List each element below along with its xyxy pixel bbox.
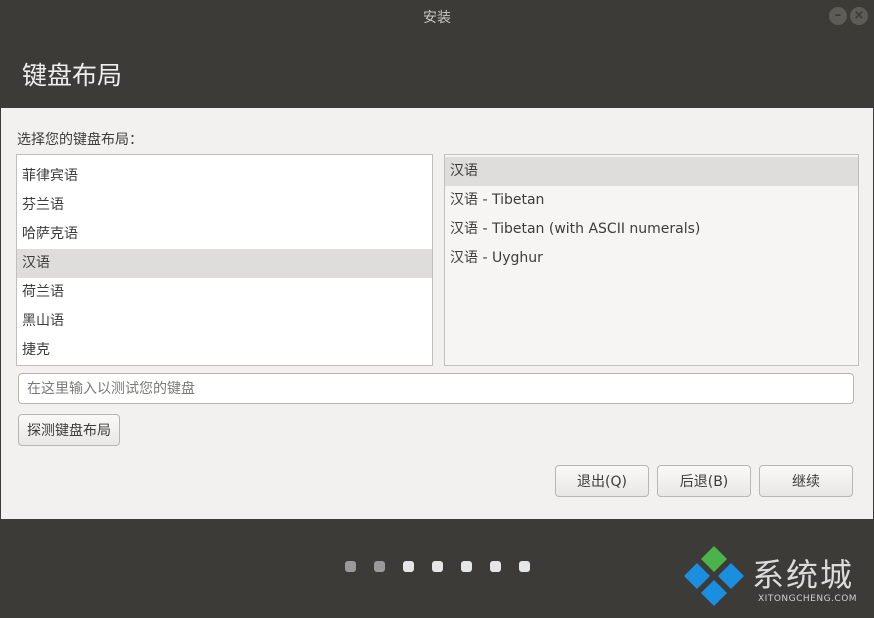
progress-dot <box>403 561 414 572</box>
page-header: 键盘布局 <box>0 32 874 108</box>
progress-dot <box>490 561 501 572</box>
progress-dot <box>519 561 530 572</box>
list-item[interactable]: 捷克 <box>17 336 432 365</box>
list-item-selected[interactable]: 汉语 <box>17 249 432 278</box>
list-item[interactable]: 黑山语 <box>17 307 432 336</box>
watermark-logo-icon <box>684 546 744 606</box>
window-titlebar: 安装 – × <box>0 0 874 32</box>
watermark-url: XITONGCHENG.COM <box>758 594 858 604</box>
list-item[interactable]: 汉语 - Tibetan <box>445 186 858 215</box>
continue-button[interactable]: 继续 <box>759 465 853 497</box>
progress-dot <box>461 561 472 572</box>
keyboard-test-input[interactable] <box>18 373 854 404</box>
progress-dot <box>345 561 356 572</box>
window-title: 安装 <box>423 10 451 26</box>
list-item[interactable]: 芬兰语 <box>17 191 432 220</box>
watermark: 系统城 XITONGCHENG.COM <box>682 544 872 610</box>
list-item[interactable]: 菲律宾语 <box>17 162 432 191</box>
minimize-button[interactable]: – <box>829 7 847 25</box>
close-button[interactable]: × <box>850 7 868 25</box>
progress-dot <box>432 561 443 572</box>
detect-layout-button[interactable]: 探测键盘布局 <box>18 414 120 446</box>
variant-list[interactable]: 汉语 汉语 - Tibetan 汉语 - Tibetan (with ASCII… <box>444 154 859 366</box>
page-title: 键盘布局 <box>22 61 123 90</box>
language-list[interactable]: x 菲律宾语 芬兰语 哈萨克语 汉语 荷兰语 黑山语 捷克 <box>16 154 433 366</box>
list-item[interactable]: 汉语 - Uyghur <box>445 244 858 273</box>
list-item[interactable]: 哈萨克语 <box>17 220 432 249</box>
main-content: 选择您的键盘布局： x 菲律宾语 芬兰语 哈萨克语 汉语 荷兰语 黑山语 捷克 … <box>1 108 873 519</box>
quit-button[interactable]: 退出(Q) <box>555 465 649 497</box>
list-item[interactable]: 荷兰语 <box>17 278 432 307</box>
progress-dot <box>374 561 385 572</box>
list-item[interactable]: 汉语 - Tibetan (with ASCII numerals) <box>445 215 858 244</box>
list-item-selected[interactable]: 汉语 <box>445 157 858 186</box>
back-button[interactable]: 后退(B) <box>657 465 751 497</box>
watermark-text: 系统城 <box>752 556 855 594</box>
layout-prompt: 选择您的键盘布局： <box>17 132 143 148</box>
